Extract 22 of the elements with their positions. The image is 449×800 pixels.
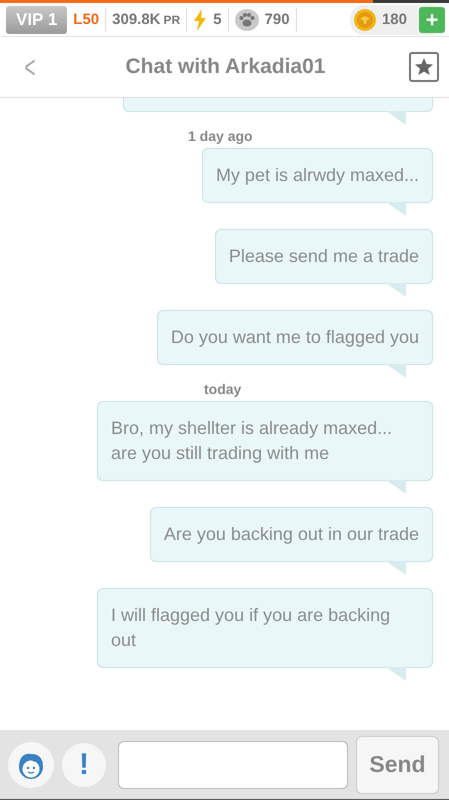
send-button[interactable]: Send bbox=[356, 736, 439, 794]
timestamp: today bbox=[204, 381, 242, 397]
coin-icon bbox=[354, 8, 376, 30]
window-title: Chat with Arkadia01 bbox=[124, 55, 326, 79]
bubble-tail bbox=[386, 111, 406, 125]
vip-badge: VIP 1 bbox=[6, 6, 68, 34]
back-button[interactable]: < bbox=[22, 48, 38, 86]
paw-icon bbox=[234, 8, 259, 30]
avatar-face-icon[interactable] bbox=[8, 742, 54, 788]
add-button[interactable]: + bbox=[419, 6, 445, 32]
bubble-tail bbox=[386, 667, 406, 681]
pr-value: 309.8K bbox=[112, 11, 161, 28]
bubble-tail bbox=[386, 364, 406, 378]
timestamp: 1 day ago bbox=[188, 128, 253, 144]
report-button[interactable]: ! bbox=[62, 742, 106, 786]
message-input-field[interactable] bbox=[118, 740, 348, 788]
lightning-icon bbox=[193, 8, 208, 30]
paw-count: 790 bbox=[264, 11, 290, 28]
coin-count: 180 bbox=[382, 11, 407, 28]
energy-count: 5 bbox=[213, 11, 222, 28]
pr-unit: PR bbox=[164, 12, 180, 26]
level-text: L50 bbox=[73, 11, 100, 28]
